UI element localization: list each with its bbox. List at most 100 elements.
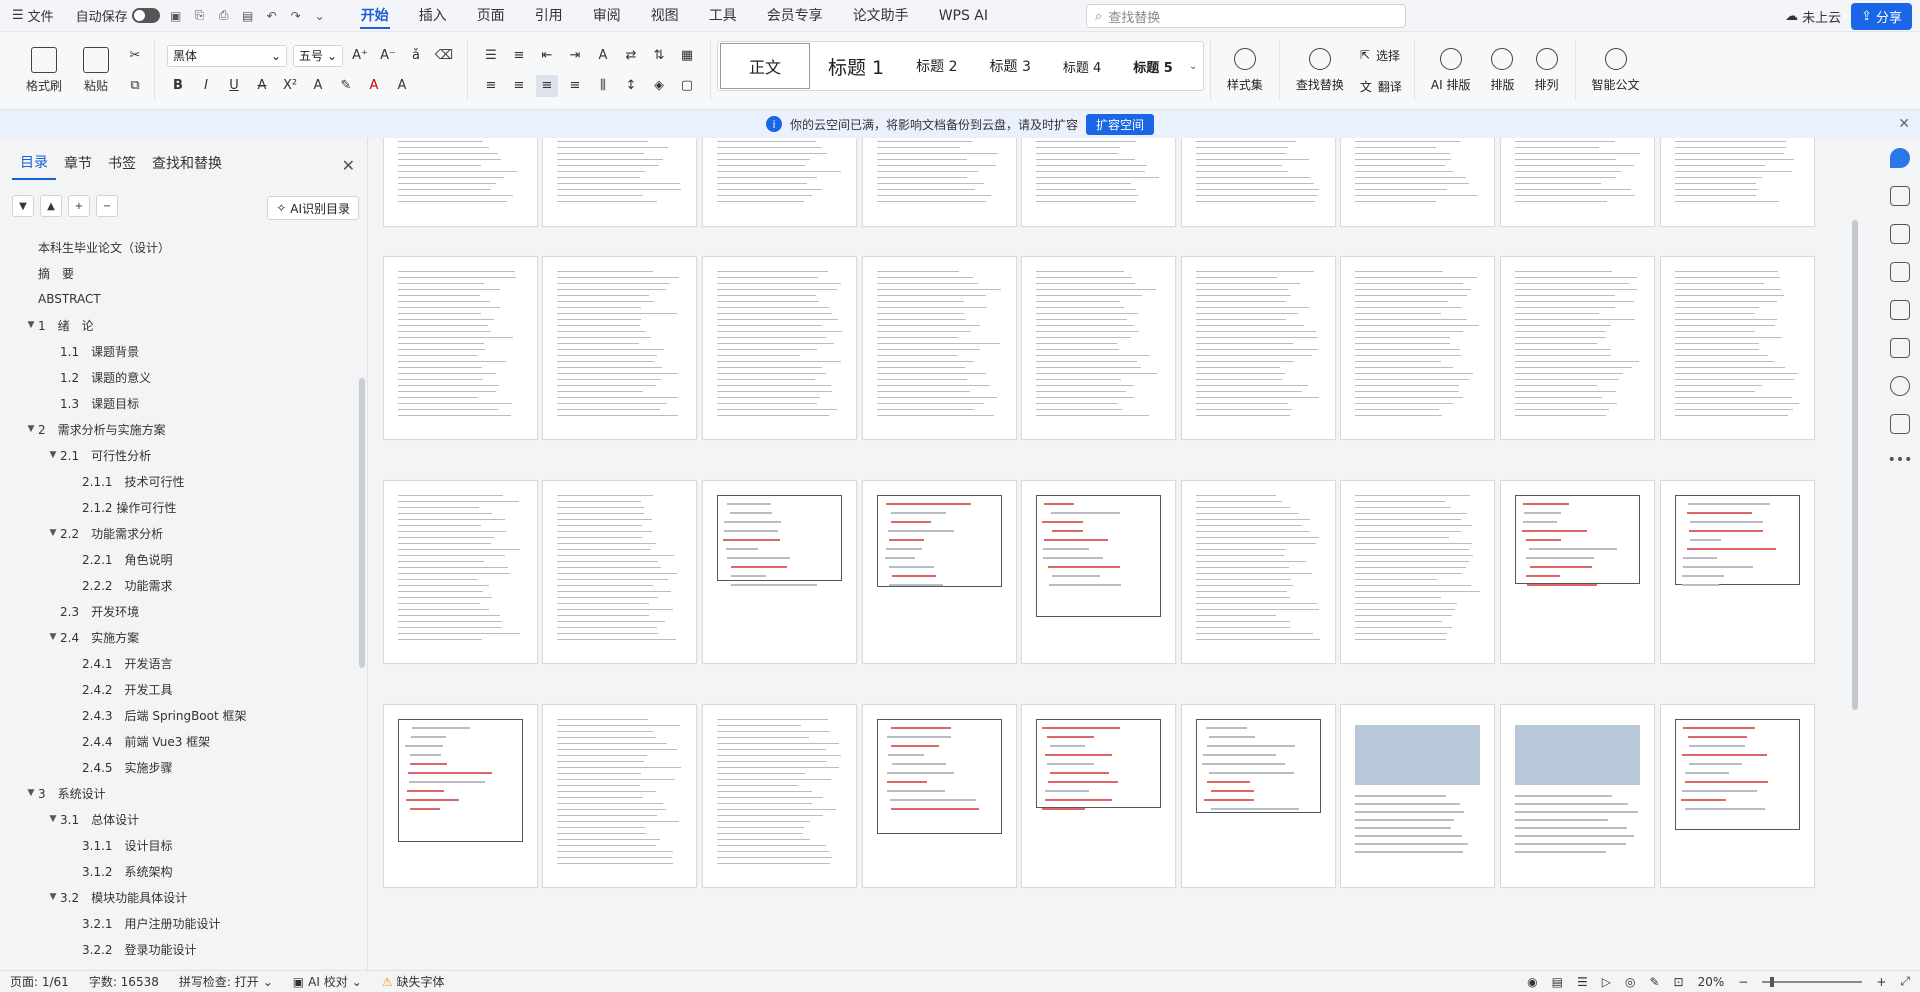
page-thumbnail[interactable] xyxy=(861,256,1017,440)
toc-item[interactable]: 2.4.3 后端 SpringBoot 框架 xyxy=(0,702,352,728)
page-thumbnail[interactable] xyxy=(861,480,1017,664)
style-more-icon[interactable]: ⌄ xyxy=(1189,61,1203,72)
bullet-list-icon[interactable]: ☰ xyxy=(480,45,502,67)
toc-item[interactable]: 2.4.5 实施步骤 xyxy=(0,754,352,780)
copy-icon[interactable]: ⧉ xyxy=(124,75,146,97)
adjust-icon[interactable] xyxy=(1890,262,1910,282)
toc-item[interactable]: 1.1 课题背景 xyxy=(0,338,352,364)
font-name-select[interactable]: 黑体 ⌄ xyxy=(167,44,287,67)
page-thumbnail[interactable] xyxy=(1659,480,1815,664)
page-thumbnail[interactable] xyxy=(1340,256,1496,440)
clear-format-icon[interactable]: ⌫ xyxy=(433,45,455,67)
cloud-status[interactable]: ☁ 未上云 xyxy=(1785,7,1841,26)
page-thumbnail[interactable] xyxy=(382,480,538,664)
arrange-button[interactable]: 排列 xyxy=(1525,48,1569,93)
menu-tab[interactable]: 审阅 xyxy=(578,0,636,32)
file-menu[interactable]: ☰ 文件 xyxy=(12,6,54,25)
chevron-down-icon[interactable]: ⌄ xyxy=(312,8,328,24)
page-thumbnail[interactable] xyxy=(382,256,538,440)
page-thumbnail[interactable] xyxy=(1180,138,1336,227)
toc-item[interactable]: ▼ 2.4 实施方案 xyxy=(0,624,352,650)
page-thumbnail[interactable] xyxy=(1500,138,1655,227)
toc-item[interactable]: 1.2 课题的意义 xyxy=(0,364,352,390)
toc-item[interactable]: 2.1.2 操作可行性 xyxy=(0,494,352,520)
zoom-slider[interactable] xyxy=(1762,976,1863,987)
menu-tab[interactable]: 视图 xyxy=(636,0,694,32)
style-item[interactable]: 标题 1 xyxy=(812,43,900,89)
align-center-icon[interactable]: ≡ xyxy=(508,75,530,97)
page-thumbnail[interactable] xyxy=(1659,256,1815,440)
expand-arrow-icon[interactable]: ▼ xyxy=(46,528,60,538)
close-icon[interactable]: ✕ xyxy=(1898,116,1910,132)
menu-tab[interactable]: 插入 xyxy=(404,0,462,32)
page-thumbnail[interactable] xyxy=(1180,256,1336,440)
toc-item[interactable]: 2.1.1 技术可行性 xyxy=(0,468,352,494)
page-thumbnail[interactable] xyxy=(542,256,698,440)
page-thumbnail[interactable] xyxy=(702,138,857,227)
indent-icon[interactable]: ⇥ xyxy=(564,45,586,67)
find-replace-button[interactable]: 查找替换 xyxy=(1286,48,1354,93)
save-icon[interactable]: ▣ xyxy=(168,8,184,24)
add-icon[interactable]: + xyxy=(68,195,90,217)
cut-icon[interactable]: ✂ xyxy=(124,45,146,67)
zoom-out-icon[interactable]: − xyxy=(1738,975,1748,989)
toc-item[interactable]: ▼ 2.2 功能需求分析 xyxy=(0,520,352,546)
collapse-icon[interactable]: ▼ xyxy=(12,195,34,217)
share-button[interactable]: ⇪ 分享 xyxy=(1851,3,1912,30)
toc-item[interactable]: ▼ 2.1 可行性分析 xyxy=(0,442,352,468)
page-thumbnail[interactable] xyxy=(542,138,698,227)
phonetic-icon[interactable]: ǎ xyxy=(405,45,427,67)
highlight-icon[interactable]: ✎ xyxy=(335,75,357,97)
help-icon[interactable] xyxy=(1890,376,1910,396)
toc-item[interactable]: 2.2.2 功能需求 xyxy=(0,572,352,598)
format-painter-button[interactable]: 格式刷 xyxy=(18,47,70,94)
write-mode-icon[interactable]: ✎ xyxy=(1649,975,1659,989)
expand-arrow-icon[interactable]: ▼ xyxy=(24,788,38,798)
vertical-scrollbar[interactable] xyxy=(1850,140,1860,960)
outdent-icon[interactable]: ⇤ xyxy=(536,45,558,67)
toc-item[interactable]: 3.2.2 登录功能设计 xyxy=(0,936,352,962)
shrink-font-icon[interactable]: A⁻ xyxy=(377,45,399,67)
font-size-select[interactable]: 五号 ⌄ xyxy=(293,44,343,67)
align-justify-icon[interactable]: ≡ xyxy=(536,74,558,97)
font-color-icon[interactable]: A xyxy=(363,75,385,97)
redo-icon[interactable]: ↷ xyxy=(288,8,304,24)
level-up-icon[interactable]: ▲ xyxy=(40,195,62,217)
fullscreen-icon[interactable]: ⤢ xyxy=(1900,974,1910,989)
style-item[interactable]: 标题 5 xyxy=(1117,43,1189,89)
toc-item[interactable]: 3.1.2 系统架构 xyxy=(0,858,352,884)
style-item[interactable]: 标题 2 xyxy=(900,43,973,89)
page-thumbnail[interactable] xyxy=(542,480,698,664)
italic-icon[interactable]: I xyxy=(195,75,217,97)
page-thumbnail[interactable] xyxy=(1659,704,1815,888)
page-thumbnail[interactable] xyxy=(1659,138,1815,227)
toc-item[interactable]: 2.4.1 开发语言 xyxy=(0,650,352,676)
page-thumbnail[interactable] xyxy=(1500,704,1655,888)
menu-tab[interactable]: WPS AI xyxy=(924,0,1003,32)
line-spacing-icon[interactable]: ↕ xyxy=(620,75,642,97)
page-thumbnail[interactable] xyxy=(861,138,1017,227)
spell-check[interactable]: 拼写检查: 打开 ⌄ xyxy=(169,973,283,990)
fit-page-icon[interactable]: ⊡ xyxy=(1674,975,1684,989)
toc-item[interactable]: ABSTRACT xyxy=(0,286,352,312)
toc-item[interactable]: 摘 要 xyxy=(0,260,352,286)
print-icon[interactable]: ⎙ xyxy=(216,8,232,24)
distribute-icon[interactable]: ⫼ xyxy=(592,75,614,97)
style-item[interactable]: 标题 3 xyxy=(974,43,1047,89)
outline-view-icon[interactable]: ☰ xyxy=(1577,975,1588,989)
shading-icon[interactable]: ◈ xyxy=(648,75,670,97)
smart-doc-button[interactable]: 智能公文 xyxy=(1582,48,1650,93)
menu-tab[interactable]: 工具 xyxy=(694,0,752,32)
word-count[interactable]: 字数: 16538 xyxy=(79,973,169,990)
page-thumbnail[interactable] xyxy=(1180,704,1336,888)
toc-item[interactable]: ▼ 3.1 总体设计 xyxy=(0,806,352,832)
missing-font[interactable]: ⚠ 缺失字体 xyxy=(372,973,455,990)
page-indicator[interactable]: 页面: 1/61 xyxy=(0,973,79,990)
toc-item[interactable]: 本科生毕业论文（设计） xyxy=(0,234,352,260)
translate-button[interactable]: 文翻译 xyxy=(1360,78,1402,95)
chart-icon[interactable] xyxy=(1890,300,1910,320)
strikethrough-icon[interactable]: A xyxy=(251,75,273,97)
char-shading-icon[interactable]: A xyxy=(391,75,413,97)
ai-layout-button[interactable]: AI 排版 xyxy=(1421,48,1481,93)
nav-tab[interactable]: 章节 xyxy=(56,153,100,179)
